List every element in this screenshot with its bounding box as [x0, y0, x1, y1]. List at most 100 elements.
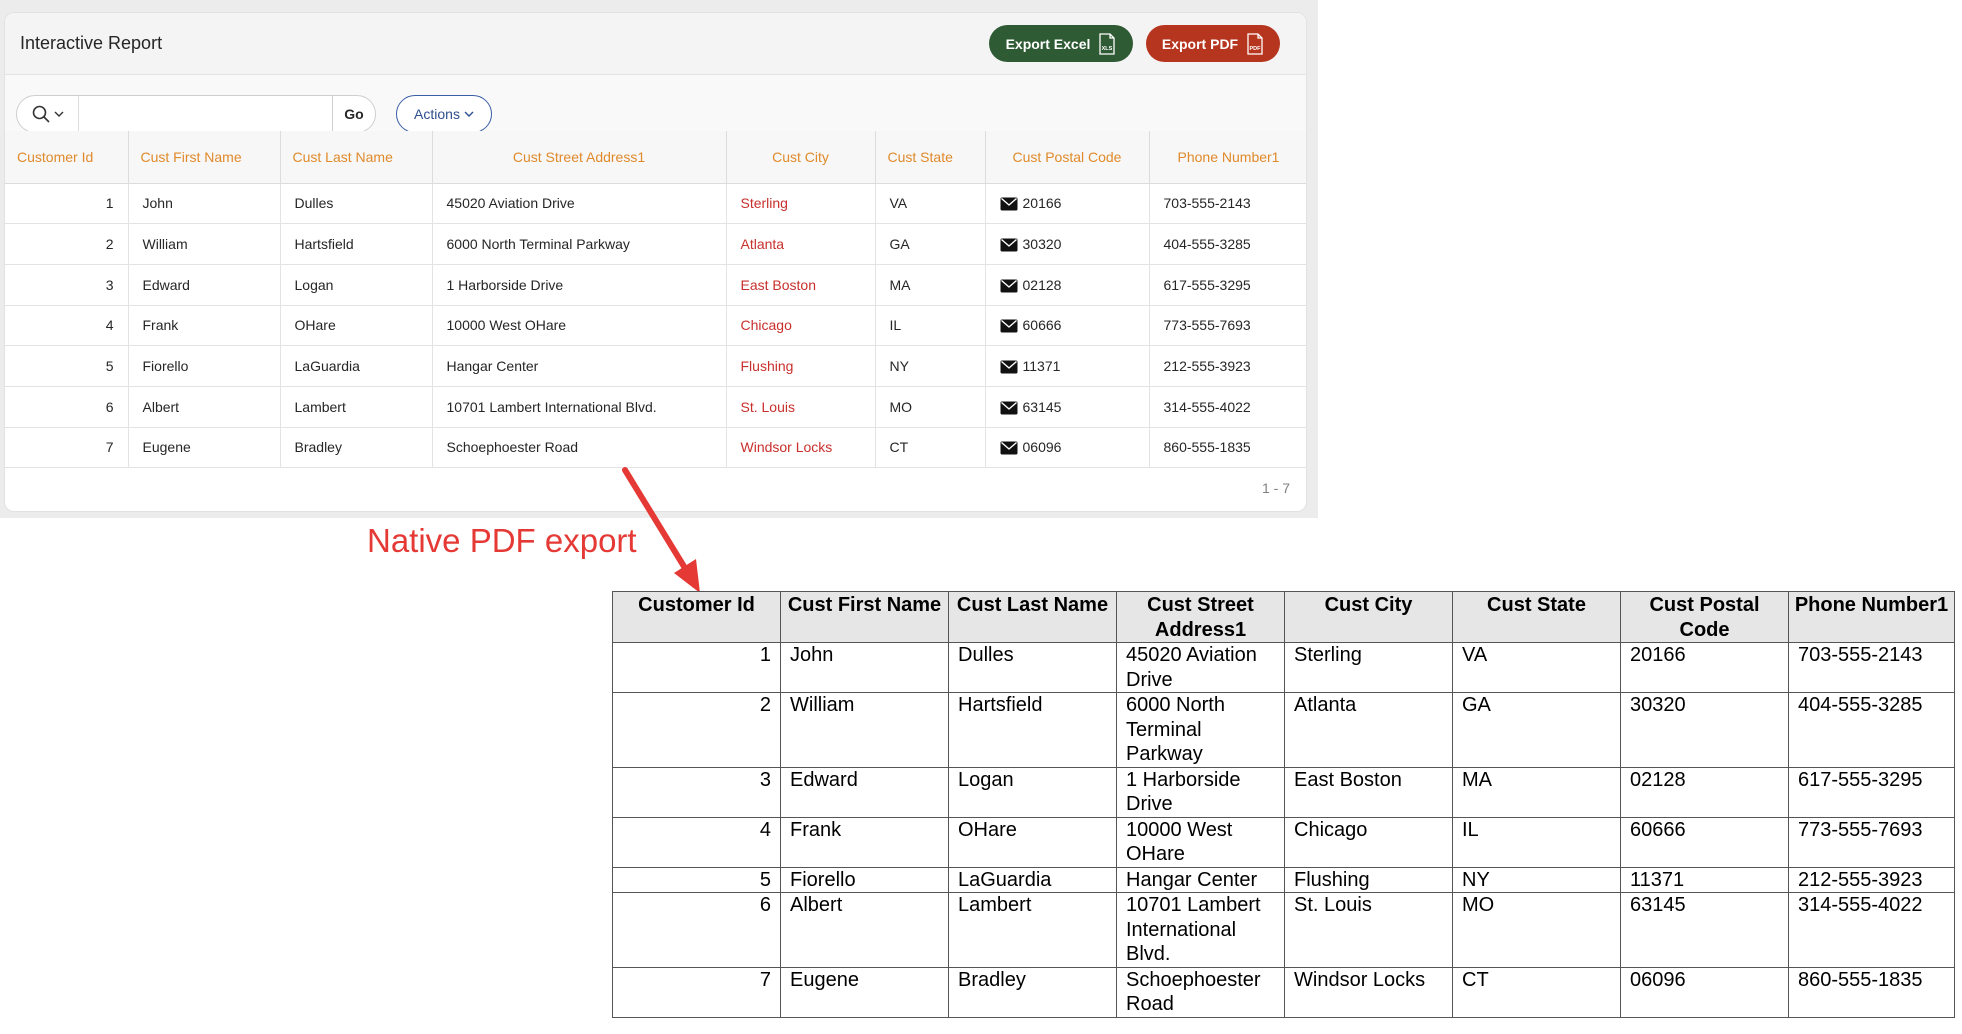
table-cell: 4 [5, 305, 129, 347]
go-button[interactable]: Go [332, 95, 376, 133]
search-field [16, 95, 334, 133]
actions-menu-button[interactable]: Actions [396, 95, 492, 133]
pdf-table-cell: MA [1452, 766, 1621, 818]
pdf-table-cell: 212-555-3923 [1788, 866, 1955, 893]
table-cell: Albert [128, 386, 281, 428]
table-cell: 6 [5, 386, 129, 428]
column-header[interactable]: Phone Number1 [1149, 131, 1306, 184]
city-link[interactable]: St. Louis [726, 386, 876, 428]
pdf-table-cell: Albert [780, 892, 949, 968]
pdf-table-cell: 703-555-2143 [1788, 642, 1955, 693]
pdf-column-header: Phone Number1 [1788, 591, 1955, 643]
table-cell: 2 [5, 223, 129, 265]
pdf-table-cell: 860-555-1835 [1788, 966, 1955, 1018]
city-link[interactable]: Sterling [726, 183, 876, 225]
pdf-table-cell: St. Louis [1284, 892, 1453, 968]
pdf-table-cell: GA [1452, 692, 1621, 768]
column-header[interactable]: Cust Street Address1 [432, 131, 727, 184]
table-cell: 1 Harborside Drive [432, 264, 727, 306]
table-cell: 5 [5, 345, 129, 387]
table-cell: 212-555-3923 [1149, 345, 1306, 387]
table-cell: 20166 [985, 183, 1150, 225]
city-link[interactable]: Atlanta [726, 223, 876, 265]
pdf-table-cell: MO [1452, 892, 1621, 968]
pdf-icon-text: PDF [1250, 46, 1262, 52]
table-cell: 60666 [985, 305, 1150, 347]
pdf-table-cell: VA [1452, 642, 1621, 693]
table-row: 6 Albert Lambert 10701 Lambert Internationa… [5, 386, 1306, 428]
search-column-menu[interactable] [17, 96, 79, 132]
export-pdf-button[interactable]: Export PDF PDF [1146, 25, 1280, 62]
column-header[interactable]: Cust Last Name [280, 131, 433, 184]
table-cell: CT [875, 427, 986, 469]
pdf-table-cell: William [780, 692, 949, 768]
region-header: Interactive Report Export Excel XLS Expo… [5, 13, 1306, 75]
pdf-table-cell: Atlanta [1284, 692, 1453, 768]
table-cell: VA [875, 183, 986, 225]
column-header[interactable]: Customer Id [5, 131, 129, 184]
table-cell: 404-555-3285 [1149, 223, 1306, 265]
envelope-icon [1000, 279, 1017, 293]
table-cell: NY [875, 345, 986, 387]
pdf-table-cell: Sterling [1284, 642, 1453, 693]
pdf-table-cell: 404-555-3285 [1788, 692, 1955, 768]
postal-code-text: 06096 [1022, 439, 1062, 456]
pdf-table-cell: Hartsfield [948, 692, 1117, 768]
magnifier-icon [32, 105, 50, 123]
table-cell: 6000 North Terminal Parkway [432, 223, 727, 265]
pdf-table-cell: Chicago [1284, 816, 1453, 868]
table-cell: 30320 [985, 223, 1150, 265]
pdf-column-header: Cust Postal Code [1620, 591, 1789, 643]
column-header[interactable]: Cust City [726, 131, 876, 184]
pdf-table-cell: Schoephoester Road [1116, 966, 1285, 1018]
envelope-icon [1000, 238, 1017, 252]
pdf-table-cell: Eugene [780, 966, 949, 1018]
pdf-header-row: Customer Id Cust First Name Cust Last Na… [612, 591, 1955, 643]
pdf-table-row: 7 Eugene Bradley Schoephoester Road Windsor … [612, 966, 1955, 1018]
pdf-table-cell: IL [1452, 816, 1621, 868]
search-input[interactable] [80, 96, 332, 132]
table-row: 2 William Hartsfield 6000 North Terminal Pa… [5, 223, 1306, 265]
pdf-table-cell: Windsor Locks [1284, 966, 1453, 1018]
table-cell: Lambert [280, 386, 433, 428]
pdf-table-cell: 6000 North Terminal Parkway [1116, 692, 1285, 768]
column-header[interactable]: Cust Postal Code [985, 131, 1150, 184]
table-cell: Fiorello [128, 345, 281, 387]
callout-label: Native PDF export [367, 522, 637, 559]
table-cell: Dulles [280, 183, 433, 225]
pdf-table-row: 3 Edward Logan 1 Harborside Drive East Bosto… [612, 766, 1955, 818]
column-header[interactable]: Cust First Name [128, 131, 281, 184]
city-link[interactable]: Flushing [726, 345, 876, 387]
table-cell: Bradley [280, 427, 433, 469]
column-header[interactable]: Cust State [875, 131, 986, 184]
pdf-file-icon: PDF [1247, 32, 1263, 55]
city-link[interactable]: Windsor Locks [726, 427, 876, 469]
table-cell: 314-555-4022 [1149, 386, 1306, 428]
composite-figure: Interactive Report Export Excel XLS Expo… [0, 0, 1962, 1034]
table-cell: LaGuardia [280, 345, 433, 387]
city-link[interactable]: Chicago [726, 305, 876, 347]
pdf-table-cell: 617-555-3295 [1788, 766, 1955, 818]
postal-code-text: 11371 [1022, 358, 1061, 375]
table-cell: IL [875, 305, 986, 347]
interactive-report-screenshot: Interactive Report Export Excel XLS Expo… [0, 0, 1318, 518]
table-cell: 773-555-7693 [1149, 305, 1306, 347]
pdf-table-cell: 30320 [1620, 692, 1789, 768]
pdf-table-cell: Flushing [1284, 866, 1453, 893]
pdf-table-cell: 314-555-4022 [1788, 892, 1955, 968]
envelope-icon [1000, 197, 1017, 211]
pdf-table-cell: 3 [612, 766, 781, 818]
actions-label: Actions [414, 106, 460, 122]
pdf-table-cell: Fiorello [780, 866, 949, 893]
pdf-table-cell: LaGuardia [948, 866, 1117, 893]
report-table: Customer Id Cust First Name Cust Last Na… [5, 131, 1306, 469]
pdf-table-row: 4 Frank OHare 10000 West OHare Chicago IL 6066… [612, 816, 1955, 868]
envelope-icon [1000, 360, 1017, 374]
city-link[interactable]: East Boston [726, 264, 876, 306]
table-cell: 617-555-3295 [1149, 264, 1306, 306]
pdf-table-cell: 773-555-7693 [1788, 816, 1955, 868]
export-excel-button[interactable]: Export Excel XLS [989, 25, 1133, 62]
table-cell: OHare [280, 305, 433, 347]
table-row: 1 John Dulles 45020 Aviation Drive Sterling V… [5, 183, 1306, 225]
table-row: 3 Edward Logan 1 Harborside Drive East Bosto… [5, 264, 1306, 306]
